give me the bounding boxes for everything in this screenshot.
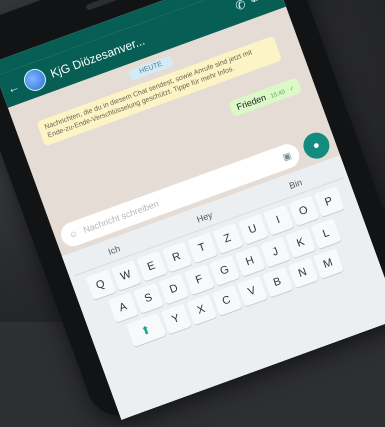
- key-u[interactable]: U: [237, 214, 269, 245]
- key-g[interactable]: G: [209, 255, 240, 286]
- key-a[interactable]: A: [107, 292, 139, 323]
- key-m[interactable]: M: [312, 248, 344, 280]
- emoji-icon[interactable]: ☺: [68, 228, 80, 241]
- key-w[interactable]: W: [110, 260, 142, 291]
- key-r[interactable]: R: [161, 241, 193, 273]
- key-e[interactable]: E: [135, 251, 167, 282]
- shift-arrow-icon: ⬆: [139, 323, 153, 338]
- message-time: 15:49: [270, 89, 287, 101]
- suggestion-2[interactable]: Hey: [195, 210, 213, 225]
- suggestion-1[interactable]: Ich: [107, 243, 122, 257]
- phone-screen: ▲ ▮ ← KjG Diözesanver... ✆ ⌁ ⋮ HEUTE Nac…: [0, 0, 385, 420]
- back-arrow-icon[interactable]: ←: [5, 79, 21, 96]
- key-c[interactable]: C: [211, 285, 242, 317]
- more-menu-icon[interactable]: ⋮: [261, 0, 277, 3]
- key-s[interactable]: S: [133, 282, 164, 314]
- key-n[interactable]: N: [287, 257, 319, 289]
- key-p[interactable]: P: [313, 186, 345, 218]
- key-z[interactable]: Z: [211, 223, 243, 255]
- key-d[interactable]: D: [158, 273, 190, 305]
- key-i[interactable]: I: [262, 204, 294, 236]
- shift-key[interactable]: ⬆: [125, 313, 166, 348]
- key-l[interactable]: L: [310, 218, 342, 249]
- key-b[interactable]: B: [261, 266, 293, 298]
- key-v[interactable]: V: [236, 276, 268, 307]
- outgoing-message[interactable]: Frieden 15:49 ✓: [228, 77, 303, 118]
- key-x[interactable]: X: [185, 294, 217, 326]
- key-o[interactable]: O: [288, 195, 319, 227]
- key-j[interactable]: J: [259, 236, 291, 268]
- attach-icon[interactable]: ⌁: [248, 0, 260, 8]
- key-y[interactable]: Y: [160, 303, 192, 335]
- smartphone: ▲ ▮ ← KjG Diözesanver... ✆ ⌁ ⋮ HEUTE Nac…: [0, 0, 385, 426]
- suggestion-3[interactable]: Bin: [288, 177, 304, 191]
- phone-icon[interactable]: ✆: [233, 0, 247, 13]
- mic-button[interactable]: ●: [299, 128, 334, 163]
- key-q[interactable]: Q: [85, 269, 116, 301]
- message-text: Frieden: [235, 92, 268, 113]
- camera-icon[interactable]: ▣: [281, 150, 293, 163]
- avatar[interactable]: [20, 65, 50, 95]
- microphone-icon: ●: [311, 138, 322, 153]
- read-checkmark-icon: ✓: [288, 85, 296, 94]
- key-k[interactable]: K: [285, 227, 317, 259]
- key-f[interactable]: F: [183, 264, 215, 296]
- key-t[interactable]: T: [186, 232, 218, 264]
- key-h[interactable]: H: [234, 245, 266, 277]
